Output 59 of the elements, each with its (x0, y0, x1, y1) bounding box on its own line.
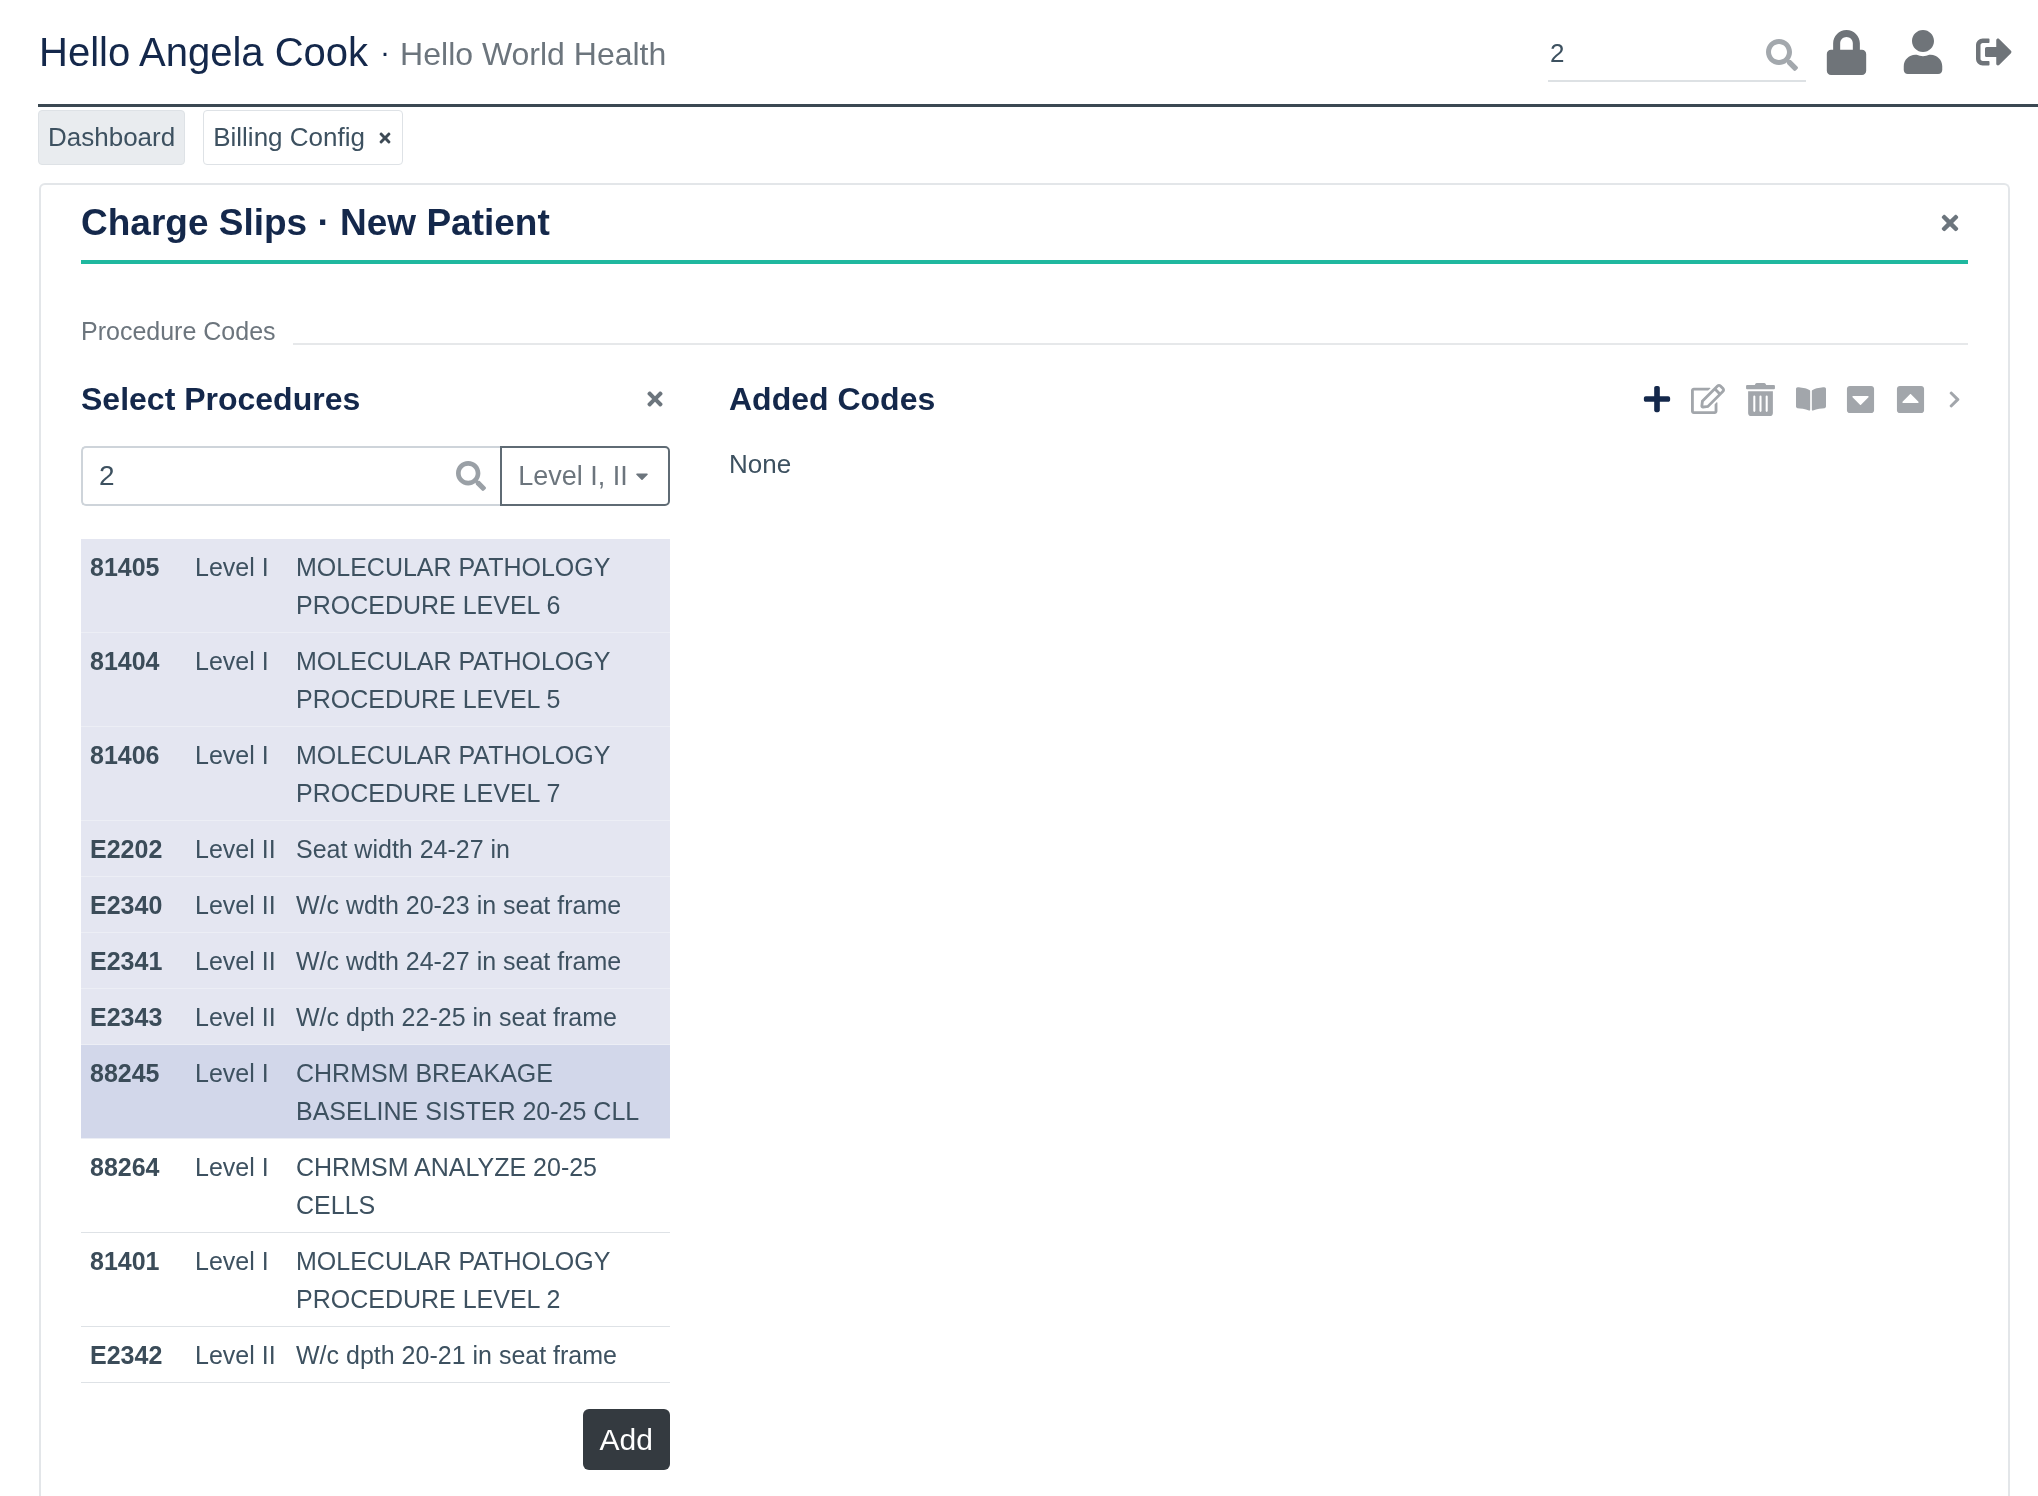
procedure-description: W/c dpth 22-25 in seat frame (296, 1002, 618, 1033)
procedure-description: W/c wdth 24-27 in seat frame (296, 946, 623, 977)
tab[interactable]: Dashboard (38, 110, 186, 165)
procedure-code: E2342 (90, 1340, 164, 1371)
procedure-code: E2202 (90, 834, 164, 865)
organization-name: Hello World Health (400, 35, 667, 73)
procedure-code: 88245 (90, 1058, 161, 1089)
procedure-row[interactable]: E2343 Level II W/c dpth 22-25 in seat frame (81, 989, 670, 1045)
procedure-row[interactable]: E2341 Level II W/c wdth 24-27 in seat frame (81, 933, 670, 989)
procedure-description: MOLECULAR PATHOLOGY PROCEDURE LEVEL 2 (296, 1246, 611, 1315)
procedure-row[interactable]: E2340 Level II W/c wdth 20-23 in seat frame (81, 877, 670, 933)
tab[interactable]: Billing Config (203, 110, 403, 165)
procedure-level: Level I (195, 552, 270, 583)
procedure-description: MOLECULAR PATHOLOGY PROCEDURE LEVEL 5 (296, 646, 611, 715)
procedure-code: 81401 (90, 1246, 161, 1277)
add-button[interactable]: Add (582, 1409, 670, 1470)
empty-message: None (729, 448, 792, 481)
card-title: Charge Slips · New Patient (81, 201, 550, 245)
user-greeting: Hello Angela Cook (39, 29, 369, 75)
procedure-level: Level I (195, 1058, 270, 1089)
plus-icon[interactable] (1642, 384, 1672, 414)
procedure-description: W/c dpth 20-21 in seat frame (296, 1340, 618, 1371)
procedure-description: W/c wdth 20-23 in seat frame (296, 890, 623, 921)
search-icon[interactable] (456, 461, 486, 491)
search-field[interactable]: 2 (81, 446, 500, 506)
procedure-code: 81404 (90, 646, 161, 677)
procedure-code: E2340 (90, 890, 164, 921)
user-icon[interactable] (1901, 30, 1945, 74)
procedure-code: 88264 (90, 1152, 161, 1183)
procedure-description: CHRMSM ANALYZE 20-25 CELLS (296, 1152, 598, 1221)
lock-icon[interactable] (1824, 29, 1869, 75)
procedure-code: E2343 (90, 1002, 164, 1033)
search-icon[interactable] (1766, 39, 1798, 71)
procedure-level: Level I (195, 1152, 270, 1183)
panel-title: Select Procedures (81, 380, 361, 419)
procedure-row[interactable]: 81405 Level I MOLECULAR PATHOLOGY PROCEDURE LEVEL 6 (81, 539, 670, 633)
procedure-row[interactable]: 88245 Level I CHRMSM BREAKAGE BASELINE SISTER 20-25 CLL (81, 1045, 670, 1139)
procedure-code: 81405 (90, 552, 161, 583)
procedure-description: MOLECULAR PATHOLOGY PROCEDURE LEVEL 6 (296, 552, 611, 621)
procedure-level: Level II (195, 834, 277, 865)
procedure-level: Level I (195, 740, 270, 771)
procedure-row[interactable]: 81406 Level I MOLECULAR PATHOLOGY PROCEDURE LEVEL 7 (81, 727, 670, 821)
section-label: Procedure Codes (81, 316, 276, 347)
procedure-level: Level II (195, 1002, 277, 1033)
procedure-level: Level II (195, 890, 277, 921)
procedure-level: Level II (195, 946, 277, 977)
procedure-description: MOLECULAR PATHOLOGY PROCEDURE LEVEL 7 (296, 740, 611, 809)
separator-text: · (380, 35, 391, 69)
procedure-row[interactable]: E2202 Level II Seat width 24-27 in (81, 821, 670, 877)
procedure-code: 81406 (90, 740, 161, 771)
procedure-description: CHRMSM BREAKAGE BASELINE SISTER 20-25 CLL (296, 1058, 641, 1127)
procedure-level: Level II (195, 1340, 277, 1371)
procedure-code: E2341 (90, 946, 164, 977)
procedure-row[interactable]: 81404 Level I MOLECULAR PATHOLOGY PROCEDURE LEVEL 5 (81, 633, 670, 727)
procedure-level: Level I (195, 1246, 270, 1277)
panel-title: Added Codes (729, 380, 936, 419)
procedure-description: Seat width 24-27 in (296, 834, 512, 865)
procedure-level: Level I (195, 646, 270, 677)
level-dropdown[interactable]: Level I, II (500, 446, 670, 506)
